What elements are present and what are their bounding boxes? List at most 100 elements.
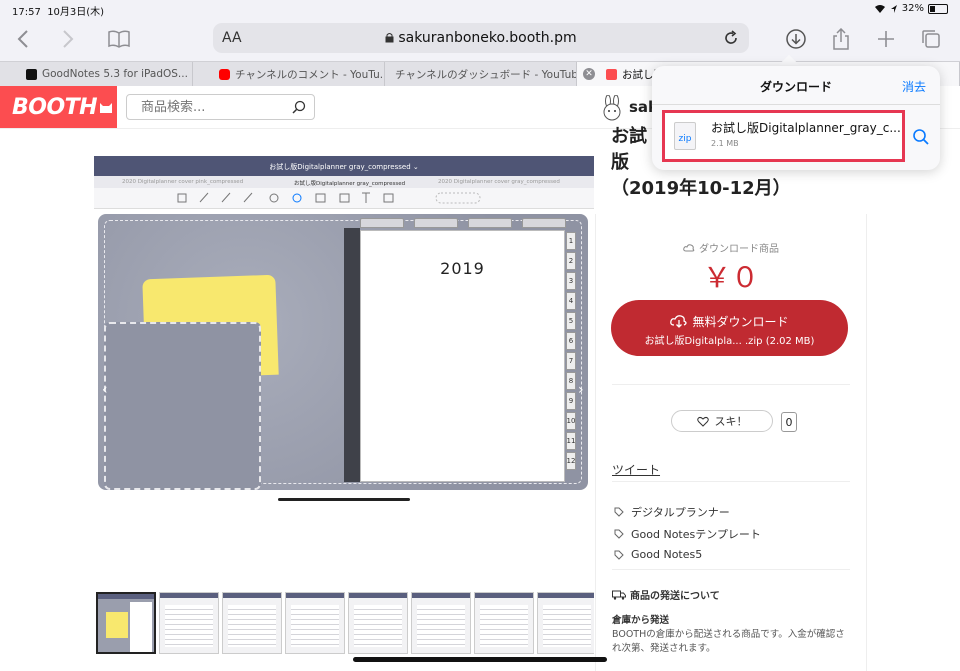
downloads-icon[interactable] bbox=[783, 26, 809, 52]
status-indicators: 32% bbox=[874, 3, 948, 14]
like-button[interactable]: スキ！ bbox=[671, 410, 773, 432]
tag-item[interactable]: デジタルプランナー bbox=[614, 504, 730, 520]
tag-icon bbox=[614, 507, 624, 517]
previous-image-icon[interactable]: ‹ bbox=[102, 382, 108, 398]
thumbnail[interactable] bbox=[411, 592, 471, 654]
goodnotes-tab: 2020 Digitalplanner cover gray_compresse… bbox=[438, 179, 560, 185]
close-tab-icon[interactable]: ✕ bbox=[583, 68, 595, 80]
month-tab: 1 bbox=[566, 232, 576, 250]
divider bbox=[652, 104, 940, 105]
free-download-label: 無料ダウンロード bbox=[611, 313, 848, 330]
month-tab: 3 bbox=[566, 272, 576, 290]
month-tab: 7 bbox=[566, 352, 576, 370]
wifi-icon bbox=[874, 4, 885, 13]
forward-icon[interactable] bbox=[55, 26, 81, 52]
free-download-button[interactable]: 無料ダウンロード お試し版Digitalpla... .zip (2.02 MB… bbox=[611, 300, 848, 356]
product-search-input[interactable] bbox=[139, 99, 293, 116]
like-count: 0 bbox=[781, 412, 797, 432]
next-image-icon[interactable]: › bbox=[578, 382, 584, 398]
status-date: 10月3日(木) bbox=[47, 7, 105, 18]
address-bar[interactable]: AA sakuranboneko.booth.pm bbox=[213, 23, 749, 53]
download-file-size: 2.1 MB bbox=[711, 139, 739, 148]
cloud-download-icon bbox=[670, 315, 688, 328]
month-tab: 6 bbox=[566, 332, 576, 350]
shipping-description: BOOTHの倉庫から配送される商品です。入金が確認され次第、発送されます。 bbox=[612, 629, 845, 654]
goodnotes-tabs: 2020 Digitalplanner cover pink_compresse… bbox=[94, 176, 594, 188]
planner-year: 2019 bbox=[440, 259, 485, 278]
product-title-line: （2019年10-12月） bbox=[611, 178, 791, 199]
planner-spine bbox=[344, 228, 360, 482]
goodnotes-tools bbox=[94, 188, 594, 209]
cloud-download-icon bbox=[683, 244, 695, 252]
thumbnail[interactable] bbox=[285, 592, 345, 654]
downloads-popover: ダウンロード 消去 zip お試し版Digitalplanner_gray_c.… bbox=[652, 66, 940, 170]
search-icon[interactable] bbox=[292, 100, 306, 114]
lock-icon bbox=[385, 33, 394, 43]
gallery-scroll-indicator bbox=[278, 498, 410, 501]
share-icon[interactable] bbox=[828, 26, 854, 52]
url-text: sakuranboneko.booth.pm bbox=[398, 30, 577, 46]
thumbnail[interactable] bbox=[348, 592, 408, 654]
tag-icon bbox=[614, 550, 624, 560]
thumbnail[interactable] bbox=[537, 592, 594, 654]
browser-toolbar: AA sakuranboneko.booth.pm bbox=[0, 18, 960, 60]
tab-label: GoodNotes 5.3 for iPadOS... bbox=[42, 68, 188, 80]
shop-avatar-rabbit-icon[interactable] bbox=[600, 95, 624, 121]
medium-favicon-icon bbox=[26, 68, 37, 80]
front-pocket bbox=[104, 322, 261, 490]
tab-goodnotes[interactable]: GoodNotes 5.3 for iPadOS... bbox=[0, 62, 193, 86]
thumbnail[interactable] bbox=[96, 592, 156, 654]
tab-youtube-dashboard[interactable]: チャンネルのダッシュボード - YouTub... bbox=[385, 62, 577, 86]
status-time: 17:57 10月3日(木) bbox=[12, 3, 104, 18]
top-tab bbox=[414, 218, 458, 228]
home-indicator bbox=[353, 657, 607, 662]
show-in-files-search-icon[interactable] bbox=[912, 128, 930, 146]
month-tab: 12 bbox=[566, 452, 576, 470]
tag-label: Good Notesテンプレート bbox=[631, 528, 761, 541]
file-type-label: zip bbox=[678, 134, 692, 144]
like-label: スキ！ bbox=[714, 415, 748, 428]
url-display: sakuranboneko.booth.pm bbox=[213, 30, 749, 46]
thumbnail[interactable] bbox=[159, 592, 219, 654]
month-tab: 8 bbox=[566, 372, 576, 390]
downloads-title: ダウンロード bbox=[759, 80, 832, 94]
planner-page: 2019 bbox=[360, 230, 565, 482]
youtube-favicon-icon bbox=[219, 68, 230, 80]
tag-label: デジタルプランナー bbox=[631, 506, 730, 519]
tab-youtube-comments[interactable]: チャンネルのコメント - YouTu... bbox=[193, 62, 385, 86]
thumbnail[interactable] bbox=[474, 592, 534, 654]
shipping-method: 倉庫から発送 bbox=[612, 615, 670, 626]
tag-item[interactable]: Good Notesテンプレート bbox=[614, 526, 761, 542]
tag-icon bbox=[614, 529, 624, 539]
booth-cat-icon bbox=[100, 103, 113, 113]
clear-downloads-button[interactable]: 消去 bbox=[902, 78, 926, 95]
heart-icon bbox=[696, 416, 709, 427]
back-icon[interactable] bbox=[10, 26, 36, 52]
free-download-text: 無料ダウンロード bbox=[692, 315, 789, 329]
goodnotes-tab: お試し版Digitalplanner gray_compressed bbox=[294, 181, 406, 187]
tag-item[interactable]: Good Notes5 bbox=[614, 548, 702, 561]
top-tab bbox=[522, 218, 566, 228]
product-image-gallery[interactable]: お試し版Digitalplanner gray_compressed ⌄ 202… bbox=[94, 154, 594, 578]
divider bbox=[612, 481, 850, 482]
divider bbox=[612, 569, 850, 570]
booth-logo[interactable]: BOOTH bbox=[0, 86, 117, 128]
bookmarks-icon[interactable] bbox=[106, 26, 132, 52]
zip-file-icon: zip bbox=[674, 122, 696, 150]
tweet-link[interactable]: ツイート bbox=[612, 461, 660, 478]
month-tab: 4 bbox=[566, 292, 576, 310]
tabs-overview-icon[interactable] bbox=[918, 26, 944, 52]
booth-logo-text: BOOTH bbox=[12, 94, 98, 120]
thumbnail-page bbox=[130, 602, 152, 652]
new-tab-icon[interactable] bbox=[873, 26, 899, 52]
thumbnail-strip bbox=[96, 592, 594, 658]
thumbnail[interactable] bbox=[222, 592, 282, 654]
month-tab: 10 bbox=[566, 412, 576, 430]
reload-icon[interactable] bbox=[721, 28, 741, 48]
status-time-text: 17:57 bbox=[12, 7, 41, 18]
month-tab: 2 bbox=[566, 252, 576, 270]
product-search[interactable] bbox=[126, 94, 315, 120]
purchase-panel: ダウンロード商品 ￥０ 無料ダウンロード お試し版Digitalpla... .… bbox=[595, 214, 867, 671]
download-item[interactable]: zip お試し版Digitalplanner_gray_c... 2.1 MB bbox=[662, 110, 905, 162]
status-bar: 17:57 10月3日(木) 32% bbox=[0, 0, 960, 18]
